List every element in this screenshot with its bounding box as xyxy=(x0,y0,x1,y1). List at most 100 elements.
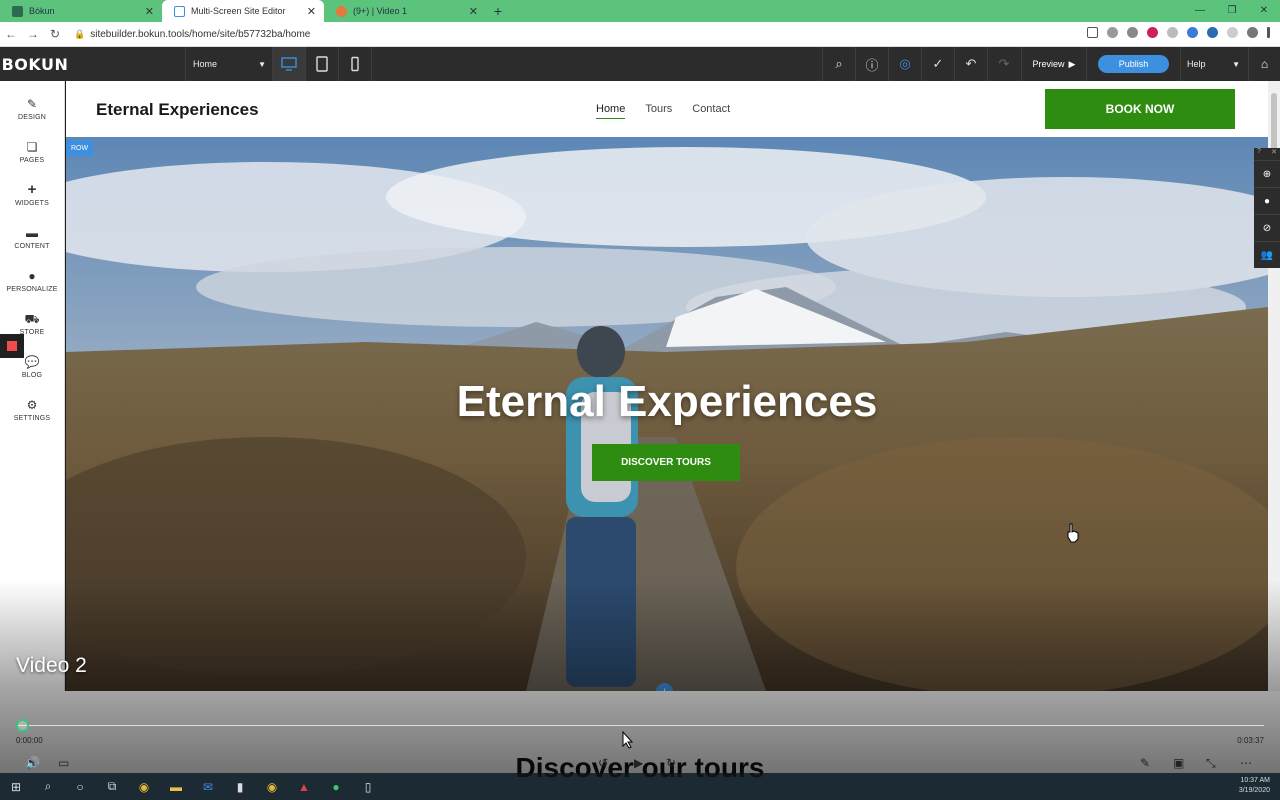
video-duration: 0:03:37 xyxy=(1237,736,1264,745)
collapse-icon: ⤡ xyxy=(1206,755,1216,770)
stop-icon xyxy=(7,341,17,351)
rewind-button[interactable]: ↺ xyxy=(598,754,608,772)
close-icon[interactable]: ✕ xyxy=(469,5,478,18)
right-tools-header: ? ✕ xyxy=(1254,148,1280,160)
back-icon[interactable]: ← xyxy=(0,27,22,41)
sidebar-item-widgets[interactable]: + WIDGETS xyxy=(0,173,64,216)
sidebar-item-label: BLOG xyxy=(21,371,43,379)
row-tag[interactable]: ROW xyxy=(66,140,93,156)
nav-link-home[interactable]: Home xyxy=(596,103,626,119)
captions-icon: ▭ xyxy=(58,756,70,770)
video-title: Video 2 xyxy=(16,654,87,677)
desktop-icon xyxy=(281,57,297,71)
visibility-button[interactable]: ⊘ xyxy=(1254,214,1280,241)
menu-icon[interactable] xyxy=(1267,27,1270,38)
more-icon: ⋯ xyxy=(1240,756,1252,770)
miniplayer-button[interactable]: ▣ xyxy=(1173,754,1184,772)
help-menu[interactable]: Help ▼ xyxy=(1180,47,1248,81)
close-window-icon[interactable]: ✕ xyxy=(1248,0,1280,22)
zoom-in-button[interactable]: ⊕ xyxy=(1254,160,1280,187)
nav-link-contact[interactable]: Contact xyxy=(692,103,730,119)
tablet-view-button[interactable] xyxy=(306,47,339,81)
site-title[interactable]: Eternal Experiences xyxy=(96,100,259,120)
sidebar-item-pages[interactable]: ❏ PAGES xyxy=(0,130,64,173)
info-button[interactable]: ⓘ xyxy=(855,47,888,81)
star-icon[interactable] xyxy=(1087,27,1098,38)
edit-button[interactable]: ✎ xyxy=(1140,754,1150,772)
user-icon: ● xyxy=(28,268,36,283)
users-icon: 👥 xyxy=(1260,249,1274,261)
profile-avatar[interactable] xyxy=(1247,27,1258,38)
collaborators-button[interactable]: 👥 xyxy=(1254,241,1280,268)
tab-site-editor[interactable]: Multi-Screen Site Editor ✕ xyxy=(162,0,324,22)
desktop-view-button[interactable] xyxy=(273,47,306,81)
chat-icon: 💬 xyxy=(24,354,40,369)
undo-button[interactable]: ↶ xyxy=(954,47,987,81)
sidebar-item-content[interactable]: ▬ CONTENT xyxy=(0,216,64,259)
help-small-icon[interactable]: ? xyxy=(1257,148,1261,160)
tab-bokun[interactable]: Bókun ✕ xyxy=(0,0,162,22)
sidebar-item-design[interactable]: ✎ DESIGN xyxy=(0,87,64,130)
eye-off-icon: ⊘ xyxy=(1262,222,1272,234)
close-icon[interactable]: ✕ xyxy=(307,5,316,18)
cart-icon: ⛟ xyxy=(24,311,40,326)
video-favicon-icon xyxy=(336,5,347,17)
extension-icon[interactable] xyxy=(1107,27,1118,38)
arrow-cursor-icon xyxy=(622,731,634,749)
forward-button[interactable]: ↻ xyxy=(666,754,676,772)
publish-button[interactable]: Publish xyxy=(1098,55,1169,73)
hero-title[interactable]: Eternal Experiences xyxy=(66,377,1268,427)
browser-tab-strip: Bókun ✕ Multi-Screen Site Editor ✕ (9+) … xyxy=(0,0,1280,22)
more-options-button[interactable]: ⋯ xyxy=(1240,754,1252,772)
page-select[interactable]: Home ▼ xyxy=(185,47,273,81)
sidebar-item-label: WIDGETS xyxy=(14,199,50,207)
window-controls: — ❐ ✕ xyxy=(1184,0,1280,22)
book-now-button[interactable]: BOOK NOW xyxy=(1045,89,1235,129)
chevron-down-icon: ▼ xyxy=(1232,59,1240,69)
chevron-down-icon: ▼ xyxy=(258,59,266,69)
redo-button[interactable]: ↷ xyxy=(987,47,1020,81)
minimize-icon[interactable]: — xyxy=(1184,0,1216,22)
scrollbar-thumb[interactable] xyxy=(1271,93,1277,153)
extension-icon[interactable] xyxy=(1147,27,1158,38)
folder-icon: ▬ xyxy=(26,225,38,240)
mobile-view-button[interactable] xyxy=(339,47,372,81)
page-select-value: Home xyxy=(193,59,218,69)
volume-button[interactable]: 🔊 xyxy=(25,754,40,772)
search-button[interactable]: ⌕ xyxy=(822,47,855,81)
pages-icon: ❏ xyxy=(26,139,38,154)
nav-link-tours[interactable]: Tours xyxy=(645,103,672,119)
extension-icon[interactable] xyxy=(1227,27,1238,38)
video-progress-handle[interactable] xyxy=(16,719,29,732)
extension-icon[interactable] xyxy=(1187,27,1198,38)
close-small-icon[interactable]: ✕ xyxy=(1271,148,1277,160)
tab-video[interactable]: (9+) | Video 1 ✕ xyxy=(324,0,486,22)
volume-icon: 🔊 xyxy=(25,756,40,770)
comments-button[interactable]: ◎ xyxy=(888,47,921,81)
sidebar-item-settings[interactable]: ⚙ SETTINGS xyxy=(0,388,64,431)
preview-button[interactable]: Preview ▶ xyxy=(1021,47,1087,81)
discover-tours-button[interactable]: DISCOVER TOURS xyxy=(592,444,740,481)
comment-icon: ● xyxy=(1263,195,1271,207)
extension-icon[interactable] xyxy=(1167,27,1178,38)
restore-icon[interactable]: ❐ xyxy=(1216,0,1248,22)
reload-icon[interactable]: ↻ xyxy=(44,27,66,41)
play-button[interactable]: ▶ xyxy=(634,754,643,772)
comment-button[interactable]: ● xyxy=(1254,187,1280,214)
address-bar: ← → ↻ 🔒 sitebuilder.bokun.tools/home/sit… xyxy=(0,22,1280,47)
sidebar-item-personalize[interactable]: ● PERSONALIZE xyxy=(0,259,64,302)
new-tab-button[interactable]: + xyxy=(486,0,510,22)
exit-fullscreen-button[interactable]: ⤡ xyxy=(1206,754,1216,772)
stop-recording-button[interactable] xyxy=(0,334,24,358)
extension-icon[interactable] xyxy=(1207,27,1218,38)
extension-icon[interactable] xyxy=(1127,27,1138,38)
forward-icon[interactable]: → xyxy=(22,27,44,41)
close-icon[interactable]: ✕ xyxy=(145,5,154,18)
captions-button[interactable]: ▭ xyxy=(58,754,69,772)
home-button[interactable]: ⌂ xyxy=(1248,47,1280,81)
url-field[interactable]: 🔒 sitebuilder.bokun.tools/home/site/b577… xyxy=(74,29,310,40)
save-check-button[interactable]: ✓ xyxy=(921,47,954,81)
bokun-logo[interactable]: BOKUN xyxy=(0,47,70,81)
video-progress-track[interactable] xyxy=(16,725,1264,726)
hand-cursor-icon xyxy=(1067,523,1079,543)
